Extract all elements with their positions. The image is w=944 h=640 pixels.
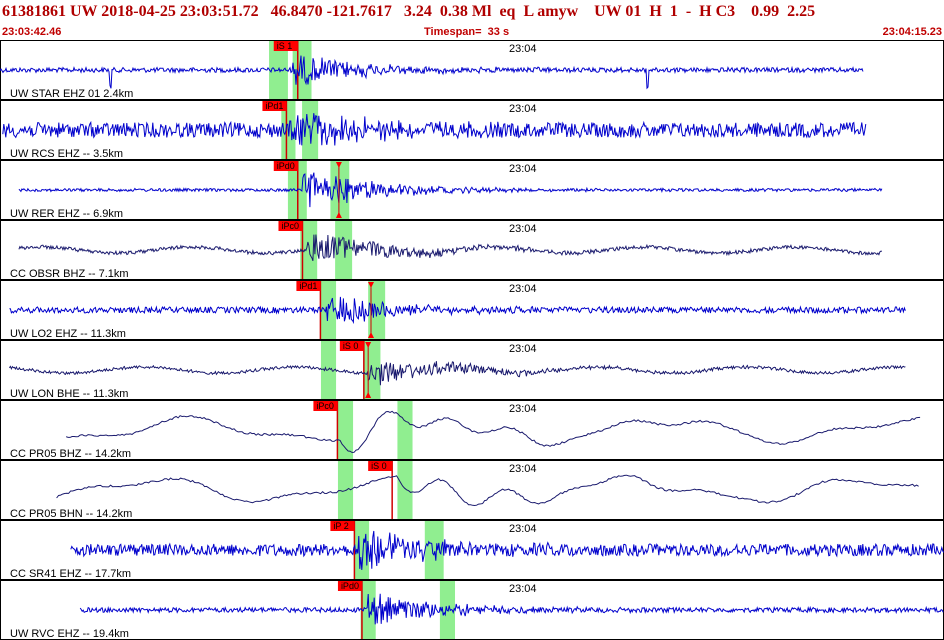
- panel-border: [0, 580, 944, 640]
- channel-panel[interactable]: iP 2 23:04 CC SR41 EHZ -- 17.7km: [0, 520, 944, 581]
- panel-time-label: 23:04: [509, 523, 537, 535]
- header-bar: 61381861 UW 2018-04-25 23:03:51.72 46.84…: [0, 0, 944, 40]
- panel-time-label: 23:04: [509, 463, 537, 475]
- pick-label[interactable]: iPd0: [341, 581, 359, 591]
- channel-label: CC PR05 BHN -- 14.2km: [10, 508, 132, 520]
- panel-border: [0, 220, 944, 280]
- channel-panel[interactable]: iPd1 23:04 UW RCS EHZ -- 3.5km: [0, 100, 944, 161]
- channel-label: UW LO2 EHZ -- 11.3km: [10, 328, 126, 340]
- channel-panel[interactable]: iPc0 23:04 CC OBSR BHZ -- 7.1km: [0, 220, 944, 281]
- pick-label[interactable]: iS 0: [343, 341, 359, 351]
- channel-label: CC SR41 EHZ -- 17.7km: [10, 568, 131, 580]
- pick-label[interactable]: iPc0: [316, 401, 334, 411]
- pick-label[interactable]: iPc0: [281, 221, 299, 231]
- channel-panel[interactable]: iPd0 23:04 UW RER EHZ -- 6.9km: [0, 160, 944, 221]
- channel-label: UW LON BHE -- 11.3km: [10, 388, 128, 400]
- channel-panel[interactable]: iPc0 23:04 CC PR05 BHZ -- 14.2km: [0, 400, 944, 461]
- seismogram-panels[interactable]: iS 1 23:04 UW STAR EHZ 01 2.4km iPd1 23:04 UW…: [0, 40, 944, 640]
- channel-panel[interactable]: iPd1 23:04 UW LO2 EHZ -- 11.3km: [0, 280, 944, 341]
- pick-window: [337, 401, 354, 459]
- timespan-label: Timespan= 33 s: [424, 26, 510, 38]
- panel-time-label: 23:04: [509, 223, 537, 235]
- channel-label: CC PR05 BHZ -- 14.2km: [10, 448, 131, 460]
- channel-label: UW RCS EHZ -- 3.5km: [10, 148, 123, 160]
- panel-time-label: 23:04: [509, 43, 537, 55]
- start-time-label: 23:03:42.46: [2, 26, 62, 38]
- channel-label: CC OBSR BHZ -- 7.1km: [10, 268, 129, 280]
- panel-border: [0, 100, 944, 160]
- event-summary-title: 61381861 UW 2018-04-25 23:03:51.72 46.84…: [2, 3, 816, 20]
- panel-time-label: 23:04: [509, 583, 537, 595]
- pick-label[interactable]: iS 0: [371, 461, 387, 471]
- pick-label[interactable]: iPd1: [299, 281, 317, 291]
- pick-label[interactable]: iS 1: [277, 41, 293, 51]
- channel-label: UW RVC EHZ -- 19.4km: [10, 628, 129, 640]
- pick-window: [397, 461, 413, 519]
- channel-label: UW STAR EHZ 01 2.4km: [10, 88, 133, 100]
- panel-border: [0, 400, 944, 460]
- pick-window: [397, 401, 413, 459]
- channel-panel[interactable]: iS 0 23:04 UW LON BHE -- 11.3km: [0, 340, 944, 401]
- panel-time-label: 23:04: [509, 103, 537, 115]
- panel-border: [0, 460, 944, 520]
- channel-panel[interactable]: iPd0 23:04 UW RVC EHZ -- 19.4km: [0, 580, 944, 640]
- panel-time-label: 23:04: [509, 163, 537, 175]
- pick-label[interactable]: iP 2: [333, 521, 348, 531]
- panel-time-label: 23:04: [509, 283, 537, 295]
- channel-label: UW RER EHZ -- 6.9km: [10, 208, 123, 220]
- pick-label[interactable]: iPd0: [277, 161, 295, 171]
- panel-time-label: 23:04: [509, 403, 537, 415]
- end-time-label: 23:04:15.23: [882, 26, 942, 38]
- panel-time-label: 23:04: [509, 343, 537, 355]
- pick-label[interactable]: iPd1: [265, 101, 283, 111]
- channel-panel[interactable]: iS 1 23:04 UW STAR EHZ 01 2.4km: [0, 40, 944, 101]
- channel-panel[interactable]: iS 0 23:04 CC PR05 BHN -- 14.2km: [0, 460, 944, 521]
